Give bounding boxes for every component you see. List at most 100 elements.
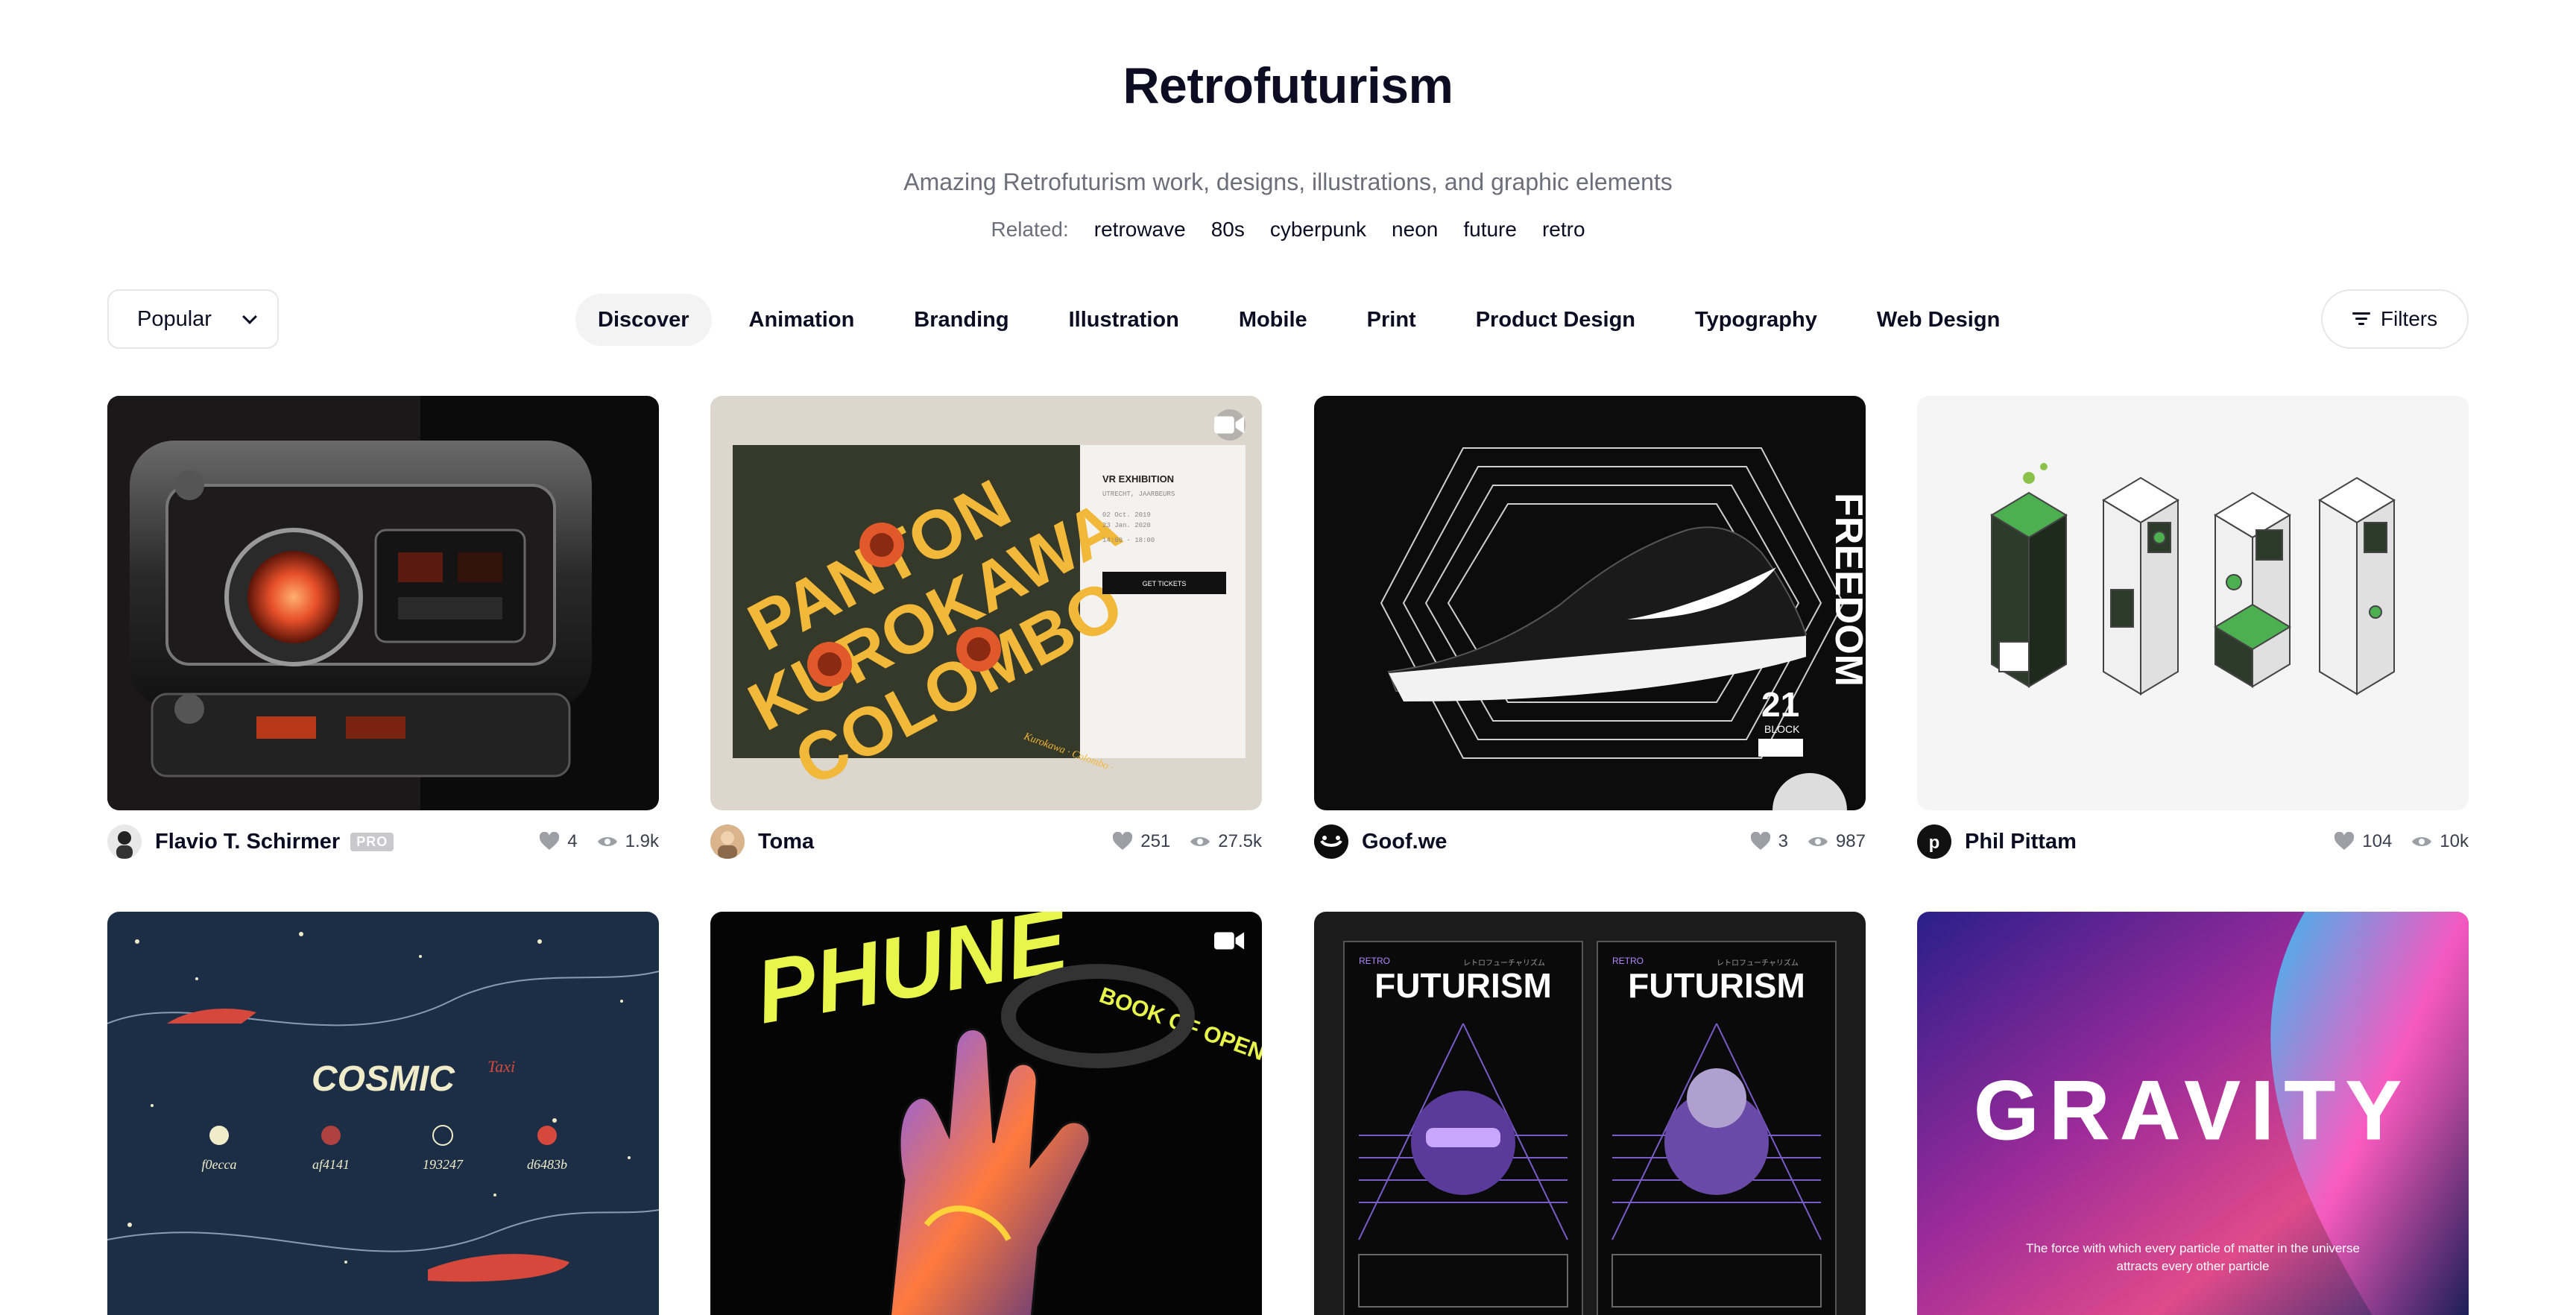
shot-image: PHUNE BOOK OF OPEN: [710, 912, 1262, 1315]
sort-dropdown[interactable]: Popular: [107, 289, 279, 349]
related-label: Related:: [991, 218, 1069, 241]
category-tabs: Discover Animation Branding Illustration…: [575, 294, 2037, 346]
pro-badge: PRO: [350, 832, 394, 851]
shot-thumbnail[interactable]: RETRO レトロフューチャリズム FUTURISM RETRO レトロフューチ…: [1314, 912, 1866, 1315]
tab-illustration[interactable]: Illustration: [1046, 294, 1202, 346]
related-tag-retrowave[interactable]: retrowave: [1094, 216, 1186, 243]
shot-meta: Flavio T. Schirmer PRO 4 1.9k: [107, 824, 659, 860]
eye-icon: [1190, 837, 1210, 846]
shot-thumbnail[interactable]: COSMIC Taxi f0ecca af4141 193247 d6483b: [107, 912, 659, 1315]
poster-city: UTRECHT, JAARBEURS: [1102, 491, 1175, 498]
shot-image: GRAVITY The force with which every parti…: [1917, 912, 2469, 1315]
shot-image: FREEDOM 21 BLOCK: [1314, 396, 1866, 810]
shot-card: COSMIC Taxi f0ecca af4141 193247 d6483b: [107, 912, 659, 1315]
block-label: BLOCK: [1764, 723, 1800, 735]
related-tag-neon[interactable]: neon: [1392, 216, 1438, 243]
shot-image: [107, 396, 659, 810]
author-name[interactable]: Phil Pittam: [1965, 830, 2077, 854]
poster-small: RETRO: [1359, 956, 1390, 966]
shot-meta: p Phil Pittam 104 10k: [1917, 824, 2469, 860]
likes-count: 104: [2362, 831, 2393, 851]
poster-small: RETRO: [1612, 956, 1644, 966]
shot-image: [1917, 396, 2469, 810]
likes-count: 4: [567, 831, 578, 851]
heart-icon[interactable]: [1750, 832, 1771, 851]
shot-stats: 4 1.9k: [539, 831, 659, 852]
avatar[interactable]: [1314, 824, 1348, 859]
hero: Retrofuturism Amazing Retrofuturism work…: [0, 52, 2576, 243]
related-tag-80s[interactable]: 80s: [1211, 216, 1245, 243]
filter-bar: Popular Discover Animation Branding Illu…: [107, 289, 2469, 349]
poster-heading: VR EXHIBITION: [1102, 473, 1174, 485]
poster-button: GET TICKETS: [1143, 580, 1187, 587]
shot-meta: Toma 251 27.5k: [710, 824, 1262, 860]
views-count: 987: [1835, 831, 1866, 851]
tab-discover[interactable]: Discover: [575, 294, 712, 346]
tab-web-design[interactable]: Web Design: [1854, 294, 2022, 346]
filters-label: Filters: [2380, 307, 2438, 330]
swatch-label: d6483b: [527, 1157, 567, 1172]
tab-product-design[interactable]: Product Design: [1453, 294, 1658, 346]
shot-thumbnail[interactable]: FREEDOM 21 BLOCK: [1314, 396, 1866, 810]
shot-card: FREEDOM 21 BLOCK Goof.we 3 987: [1314, 396, 1866, 859]
shot-card: PANTON KUROKAWA COLOMBO VR EXHIBITION UT…: [710, 396, 1262, 859]
heart-icon[interactable]: [1112, 832, 1133, 851]
tab-print[interactable]: Print: [1345, 294, 1439, 346]
author-name[interactable]: Goof.we: [1362, 830, 1447, 854]
shot-image: RETRO レトロフューチャリズム FUTURISM RETRO レトロフューチ…: [1314, 912, 1866, 1315]
views-count: 10k: [2440, 831, 2469, 851]
avatar[interactable]: p: [1917, 824, 1951, 859]
tab-animation[interactable]: Animation: [727, 294, 877, 346]
video-icon: [1214, 925, 1246, 956]
likes-count: 3: [1778, 831, 1788, 851]
shot-stats: 251 27.5k: [1112, 831, 1262, 852]
shot-card: RETRO レトロフューチャリズム FUTURISM RETRO レトロフューチ…: [1314, 912, 1866, 1315]
related-tag-cyberpunk[interactable]: cyberpunk: [1270, 216, 1366, 243]
views-count: 27.5k: [1218, 831, 1262, 851]
swatch-label: f0ecca: [202, 1157, 237, 1172]
author-name[interactable]: Flavio T. Schirmer: [155, 830, 340, 854]
cosmic-sub: Taxi: [487, 1057, 515, 1076]
heart-icon[interactable]: [2334, 832, 2355, 851]
chevron-down-icon: [242, 309, 257, 324]
page-subtitle: Amazing Retrofuturism work, designs, ill…: [903, 168, 1673, 195]
tab-typography[interactable]: Typography: [1673, 294, 1840, 346]
eye-icon: [2412, 837, 2432, 846]
shot-thumbnail[interactable]: PANTON KUROKAWA COLOMBO VR EXHIBITION UT…: [710, 396, 1262, 810]
tab-mobile[interactable]: Mobile: [1216, 294, 1330, 346]
gravity-caption: The force with which every particle of m…: [2026, 1241, 2360, 1273]
shot-thumbnail[interactable]: PHUNE BOOK OF OPEN: [710, 912, 1262, 1315]
related-tag-future[interactable]: future: [1463, 216, 1517, 243]
svg-text:p: p: [1929, 833, 1940, 853]
cosmic-word: COSMIC: [312, 1059, 455, 1099]
shot-meta: Goof.we 3 987: [1314, 824, 1866, 860]
swatch-label: af4141: [312, 1157, 350, 1172]
shot-thumbnail[interactable]: [107, 396, 659, 810]
tab-branding[interactable]: Branding: [891, 294, 1031, 346]
poster-date-2: 23 Jan. 2020: [1102, 522, 1151, 529]
shot-thumbnail[interactable]: GRAVITY The force with which every parti…: [1917, 912, 2469, 1315]
shot-stats: 104 10k: [2334, 831, 2469, 852]
poster-hours: 14:00 - 18:00: [1102, 537, 1155, 544]
shot-stats: 3 987: [1750, 831, 1866, 852]
shot-card: Flavio T. Schirmer PRO 4 1.9k: [107, 396, 659, 859]
author-name[interactable]: Toma: [758, 830, 814, 854]
views-count: 1.9k: [625, 831, 659, 851]
heart-icon[interactable]: [539, 832, 560, 851]
avatar[interactable]: [710, 824, 745, 859]
poster-title: FUTURISM: [1628, 966, 1805, 1005]
filters-button[interactable]: Filters: [2321, 289, 2469, 349]
block-number: 21: [1761, 685, 1799, 724]
shot-thumbnail[interactable]: [1917, 396, 2469, 810]
shot-card: GRAVITY The force with which every parti…: [1917, 912, 2469, 1315]
page: Retrofuturism Amazing Retrofuturism work…: [0, 0, 2576, 1315]
avatar[interactable]: [107, 824, 142, 859]
likes-count: 251: [1140, 831, 1171, 851]
gravity-word: GRAVITY: [1974, 1064, 2412, 1157]
swatch-label: 193247: [423, 1157, 464, 1172]
related-tag-retro[interactable]: retro: [1542, 216, 1585, 243]
shot-card: PHUNE BOOK OF OPEN: [710, 912, 1262, 1315]
poster-date-1: 02 Oct. 2019: [1102, 511, 1151, 519]
filter-icon: [2352, 312, 2370, 326]
page-title: Retrofuturism: [1123, 57, 1453, 114]
